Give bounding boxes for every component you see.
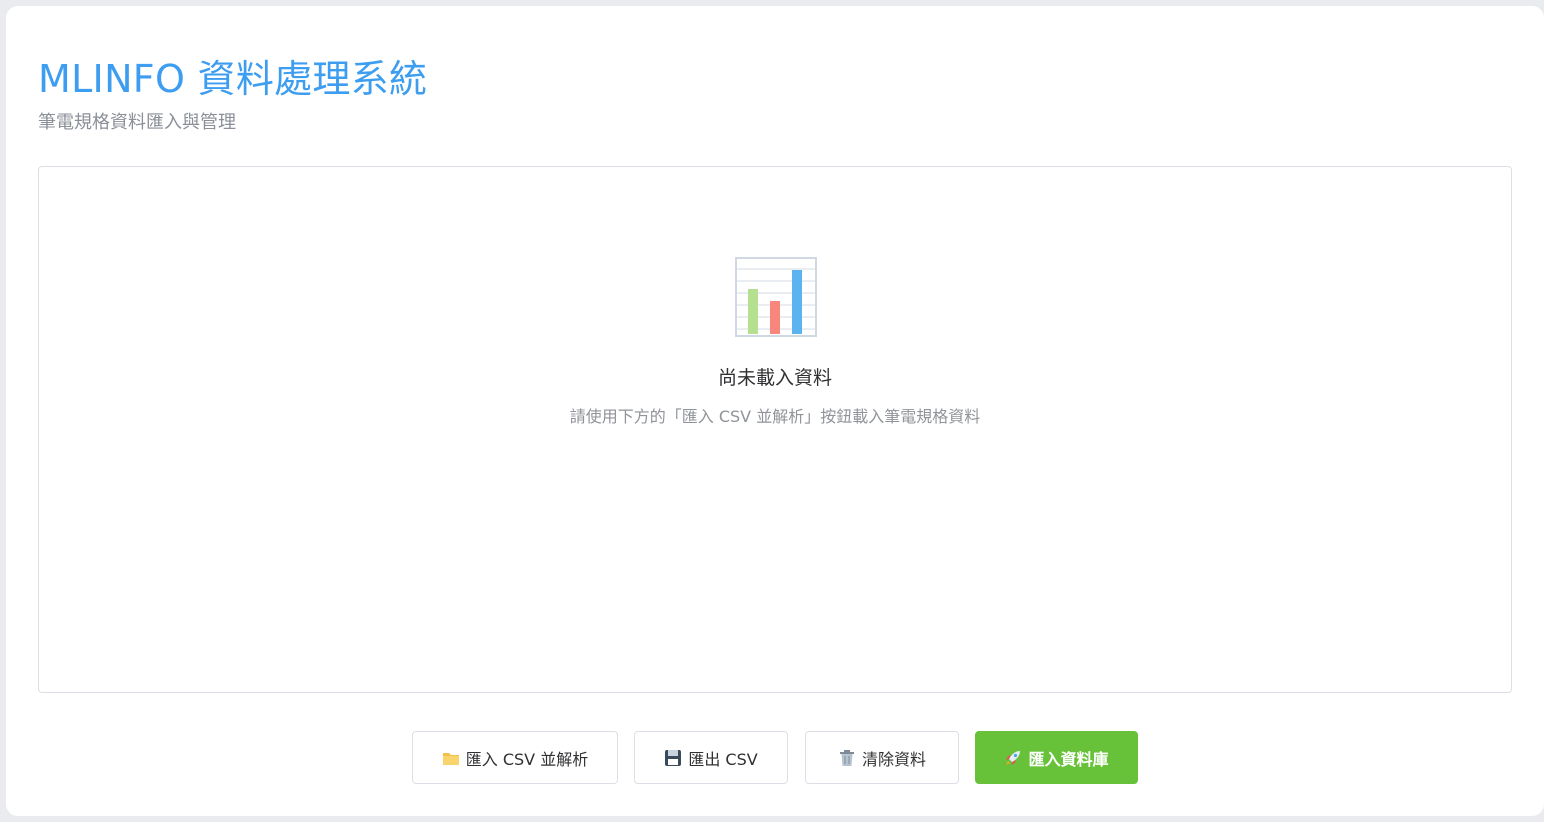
floppy-disk-icon [665, 749, 682, 766]
trash-icon [839, 749, 854, 766]
folder-icon [442, 752, 459, 765]
export-csv-label: 匯出 CSV [688, 749, 758, 769]
page-subtitle: 筆電規格資料匯入與管理 [38, 112, 236, 133]
clear-data-button[interactable]: 清除資料 [805, 731, 959, 784]
page-title: MLINFO 資料處理系統 [38, 57, 428, 101]
import-csv-label: 匯入 CSV 並解析 [465, 749, 589, 769]
empty-state-title: 尚未載入資料 [717, 367, 832, 389]
bar-chart-icon [735, 257, 817, 337]
import-csv-button[interactable]: 匯入 CSV 並解析 [412, 731, 618, 784]
data-panel: 尚未載入資料 請使用下方的「匯入 CSV 並解析」按鈕載入筆電規格資料 [38, 166, 1512, 693]
import-database-button[interactable]: 匯入資料庫 [975, 731, 1138, 784]
export-csv-button[interactable]: 匯出 CSV [634, 731, 788, 784]
main-card: MLINFO 資料處理系統 筆電規格資料匯入與管理 尚未載入資料 請使用下方的「… [6, 6, 1544, 816]
import-database-label: 匯入資料庫 [1028, 749, 1109, 769]
action-bar: 匯入 CSV 並解析 匯出 CSV 清除資料 匯入資料庫 [6, 731, 1544, 784]
empty-state-description: 請使用下方的「匯入 CSV 並解析」按鈕載入筆電規格資料 [569, 407, 981, 426]
rocket-icon [1006, 750, 1021, 765]
clear-data-label: 清除資料 [861, 749, 926, 769]
